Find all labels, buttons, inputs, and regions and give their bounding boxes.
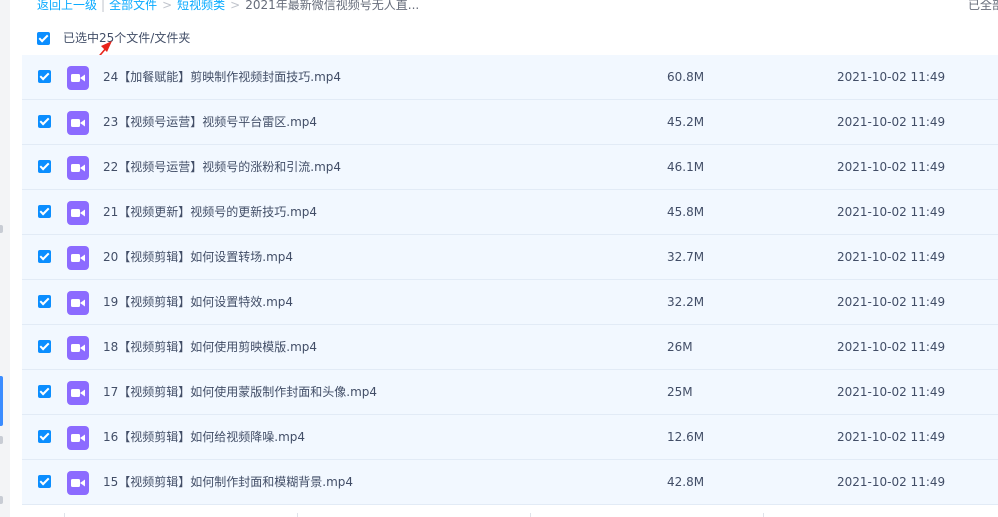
file-browser: 返回上一级 |全部文件 > 短视频类 >2021年最新微信视频号无人直... 已全部 已… — [0, 0, 998, 517]
file-name[interactable]: 23【视频号运营】视频号平台雷区.mp4 — [103, 100, 317, 144]
file-modified-date: 2021-10-02 11:49 — [837, 250, 946, 264]
file-row[interactable]: 16【视频剪辑】如何给视频降噪.mp4 12.6M 2021-10-02 11:49 — [22, 415, 998, 460]
file-row[interactable]: 18【视频剪辑】如何使用剪映模版.mp4 26M 2021-10-02 11:49 — [22, 325, 998, 370]
file-row[interactable]: 23【视频号运营】视频号平台雷区.mp4 45.2M 2021-10-02 11:4… — [22, 100, 998, 145]
video-file-icon — [67, 156, 89, 180]
video-file-icon — [67, 201, 89, 225]
file-checkbox[interactable] — [38, 475, 51, 488]
file-modified-date: 2021-10-02 11:49 — [837, 475, 946, 489]
file-size: 45.8M — [667, 205, 705, 219]
video-file-icon — [67, 246, 89, 270]
file-checkbox[interactable] — [38, 250, 51, 263]
file-modified-date: 2021-10-02 11:49 — [837, 295, 946, 309]
file-name[interactable]: 24【加餐赋能】剪映制作视频封面技巧.mp4 — [103, 55, 341, 99]
file-modified-date: 2021-10-02 11:49 — [837, 430, 946, 444]
file-modified-date: 2021-10-02 11:49 — [837, 160, 946, 174]
breadcrumb-folder-link[interactable]: 短视频类 — [177, 0, 225, 12]
video-file-icon — [67, 111, 89, 135]
scroll-indicator-dot — [0, 436, 3, 444]
file-size: 42.8M — [667, 475, 705, 489]
breadcrumb-divider: | — [101, 0, 106, 12]
file-row[interactable]: 21【视频更新】视频号的更新技巧.mp4 45.8M 2021-10-02 11:4… — [22, 190, 998, 235]
breadcrumb-back-link[interactable]: 返回上一级 — [37, 0, 97, 12]
breadcrumb-all-files-link[interactable]: 全部文件 — [109, 0, 157, 12]
column-divider — [297, 513, 298, 517]
left-sidebar-strip — [0, 0, 10, 517]
select-all-checkbox[interactable] — [37, 31, 50, 45]
file-size: 32.2M — [667, 295, 705, 309]
file-name[interactable]: 18【视频剪辑】如何使用剪映模版.mp4 — [103, 325, 317, 369]
file-checkbox[interactable] — [38, 430, 51, 443]
file-size: 26M — [667, 340, 693, 354]
file-row[interactable]: 19【视频剪辑】如何设置特效.mp4 32.2M 2021-10-02 11:49 — [22, 280, 998, 325]
scroll-indicator-dot — [0, 496, 3, 504]
file-list: 24【加餐赋能】剪映制作视频封面技巧.mp4 60.8M 2021-10-02 11… — [22, 55, 998, 505]
file-row[interactable]: 17【视频剪辑】如何使用蒙版制作封面和头像.mp4 25M 2021-10-02 1… — [22, 370, 998, 415]
file-modified-date: 2021-10-02 11:49 — [837, 385, 946, 399]
file-checkbox[interactable] — [38, 160, 51, 173]
file-modified-date: 2021-10-02 11:49 — [837, 205, 946, 219]
file-size: 45.2M — [667, 115, 705, 129]
file-size: 32.7M — [667, 250, 705, 264]
file-name[interactable]: 22【视频号运营】视频号的涨粉和引流.mp4 — [103, 145, 341, 189]
file-size: 12.6M — [667, 430, 705, 444]
column-divider — [530, 513, 531, 517]
column-divider — [64, 513, 65, 517]
video-file-icon — [67, 336, 89, 360]
file-row[interactable]: 24【加餐赋能】剪映制作视频封面技巧.mp4 60.8M 2021-10-02 11… — [22, 55, 998, 100]
file-checkbox[interactable] — [38, 385, 51, 398]
file-checkbox[interactable] — [38, 205, 51, 218]
file-row[interactable]: 15【视频剪辑】如何制作封面和模糊背景.mp4 42.8M 2021-10-02 1… — [22, 460, 998, 505]
active-nav-marker[interactable] — [0, 376, 3, 426]
file-size: 46.1M — [667, 160, 705, 174]
file-modified-date: 2021-10-02 11:49 — [837, 115, 946, 129]
video-file-icon — [67, 471, 89, 495]
video-file-icon — [67, 426, 89, 450]
breadcrumb: 返回上一级 | 全部文件 > 短视频类 >2021年最新微信视频号无人直... — [37, 0, 419, 13]
video-file-icon — [67, 291, 89, 315]
file-name[interactable]: 16【视频剪辑】如何给视频降噪.mp4 — [103, 415, 305, 459]
column-footer — [22, 510, 998, 517]
file-checkbox[interactable] — [38, 340, 51, 353]
video-file-icon — [67, 381, 89, 405]
file-name[interactable]: 21【视频更新】视频号的更新技巧.mp4 — [103, 190, 317, 234]
breadcrumb-current: 2021年最新微信视频号无人直... — [245, 0, 420, 12]
file-size: 60.8M — [667, 70, 705, 84]
file-checkbox[interactable] — [38, 295, 51, 308]
file-row[interactable]: 22【视频号运营】视频号的涨粉和引流.mp4 46.1M 2021-10-02 11… — [22, 145, 998, 190]
file-checkbox[interactable] — [38, 70, 51, 83]
file-modified-date: 2021-10-02 11:49 — [837, 340, 946, 354]
column-divider — [763, 513, 764, 517]
breadcrumb-chevron-icon: > — [162, 0, 173, 12]
video-file-icon — [67, 66, 89, 90]
file-size: 25M — [667, 385, 693, 399]
scroll-indicator-dot — [0, 225, 3, 233]
load-status: 已全部 — [968, 0, 998, 12]
file-checkbox[interactable] — [38, 115, 51, 128]
file-name[interactable]: 19【视频剪辑】如何设置特效.mp4 — [103, 280, 293, 324]
file-name[interactable]: 20【视频剪辑】如何设置转场.mp4 — [103, 235, 293, 279]
file-name[interactable]: 17【视频剪辑】如何使用蒙版制作封面和头像.mp4 — [103, 370, 377, 414]
file-name[interactable]: 15【视频剪辑】如何制作封面和模糊背景.mp4 — [103, 460, 353, 504]
selection-count-label: 已选中25个文件/文件夹 — [63, 31, 191, 45]
file-row[interactable]: 20【视频剪辑】如何设置转场.mp4 32.7M 2021-10-02 11:49 — [22, 235, 998, 280]
file-modified-date: 2021-10-02 11:49 — [837, 70, 946, 84]
breadcrumb-chevron-icon: > — [230, 0, 241, 12]
